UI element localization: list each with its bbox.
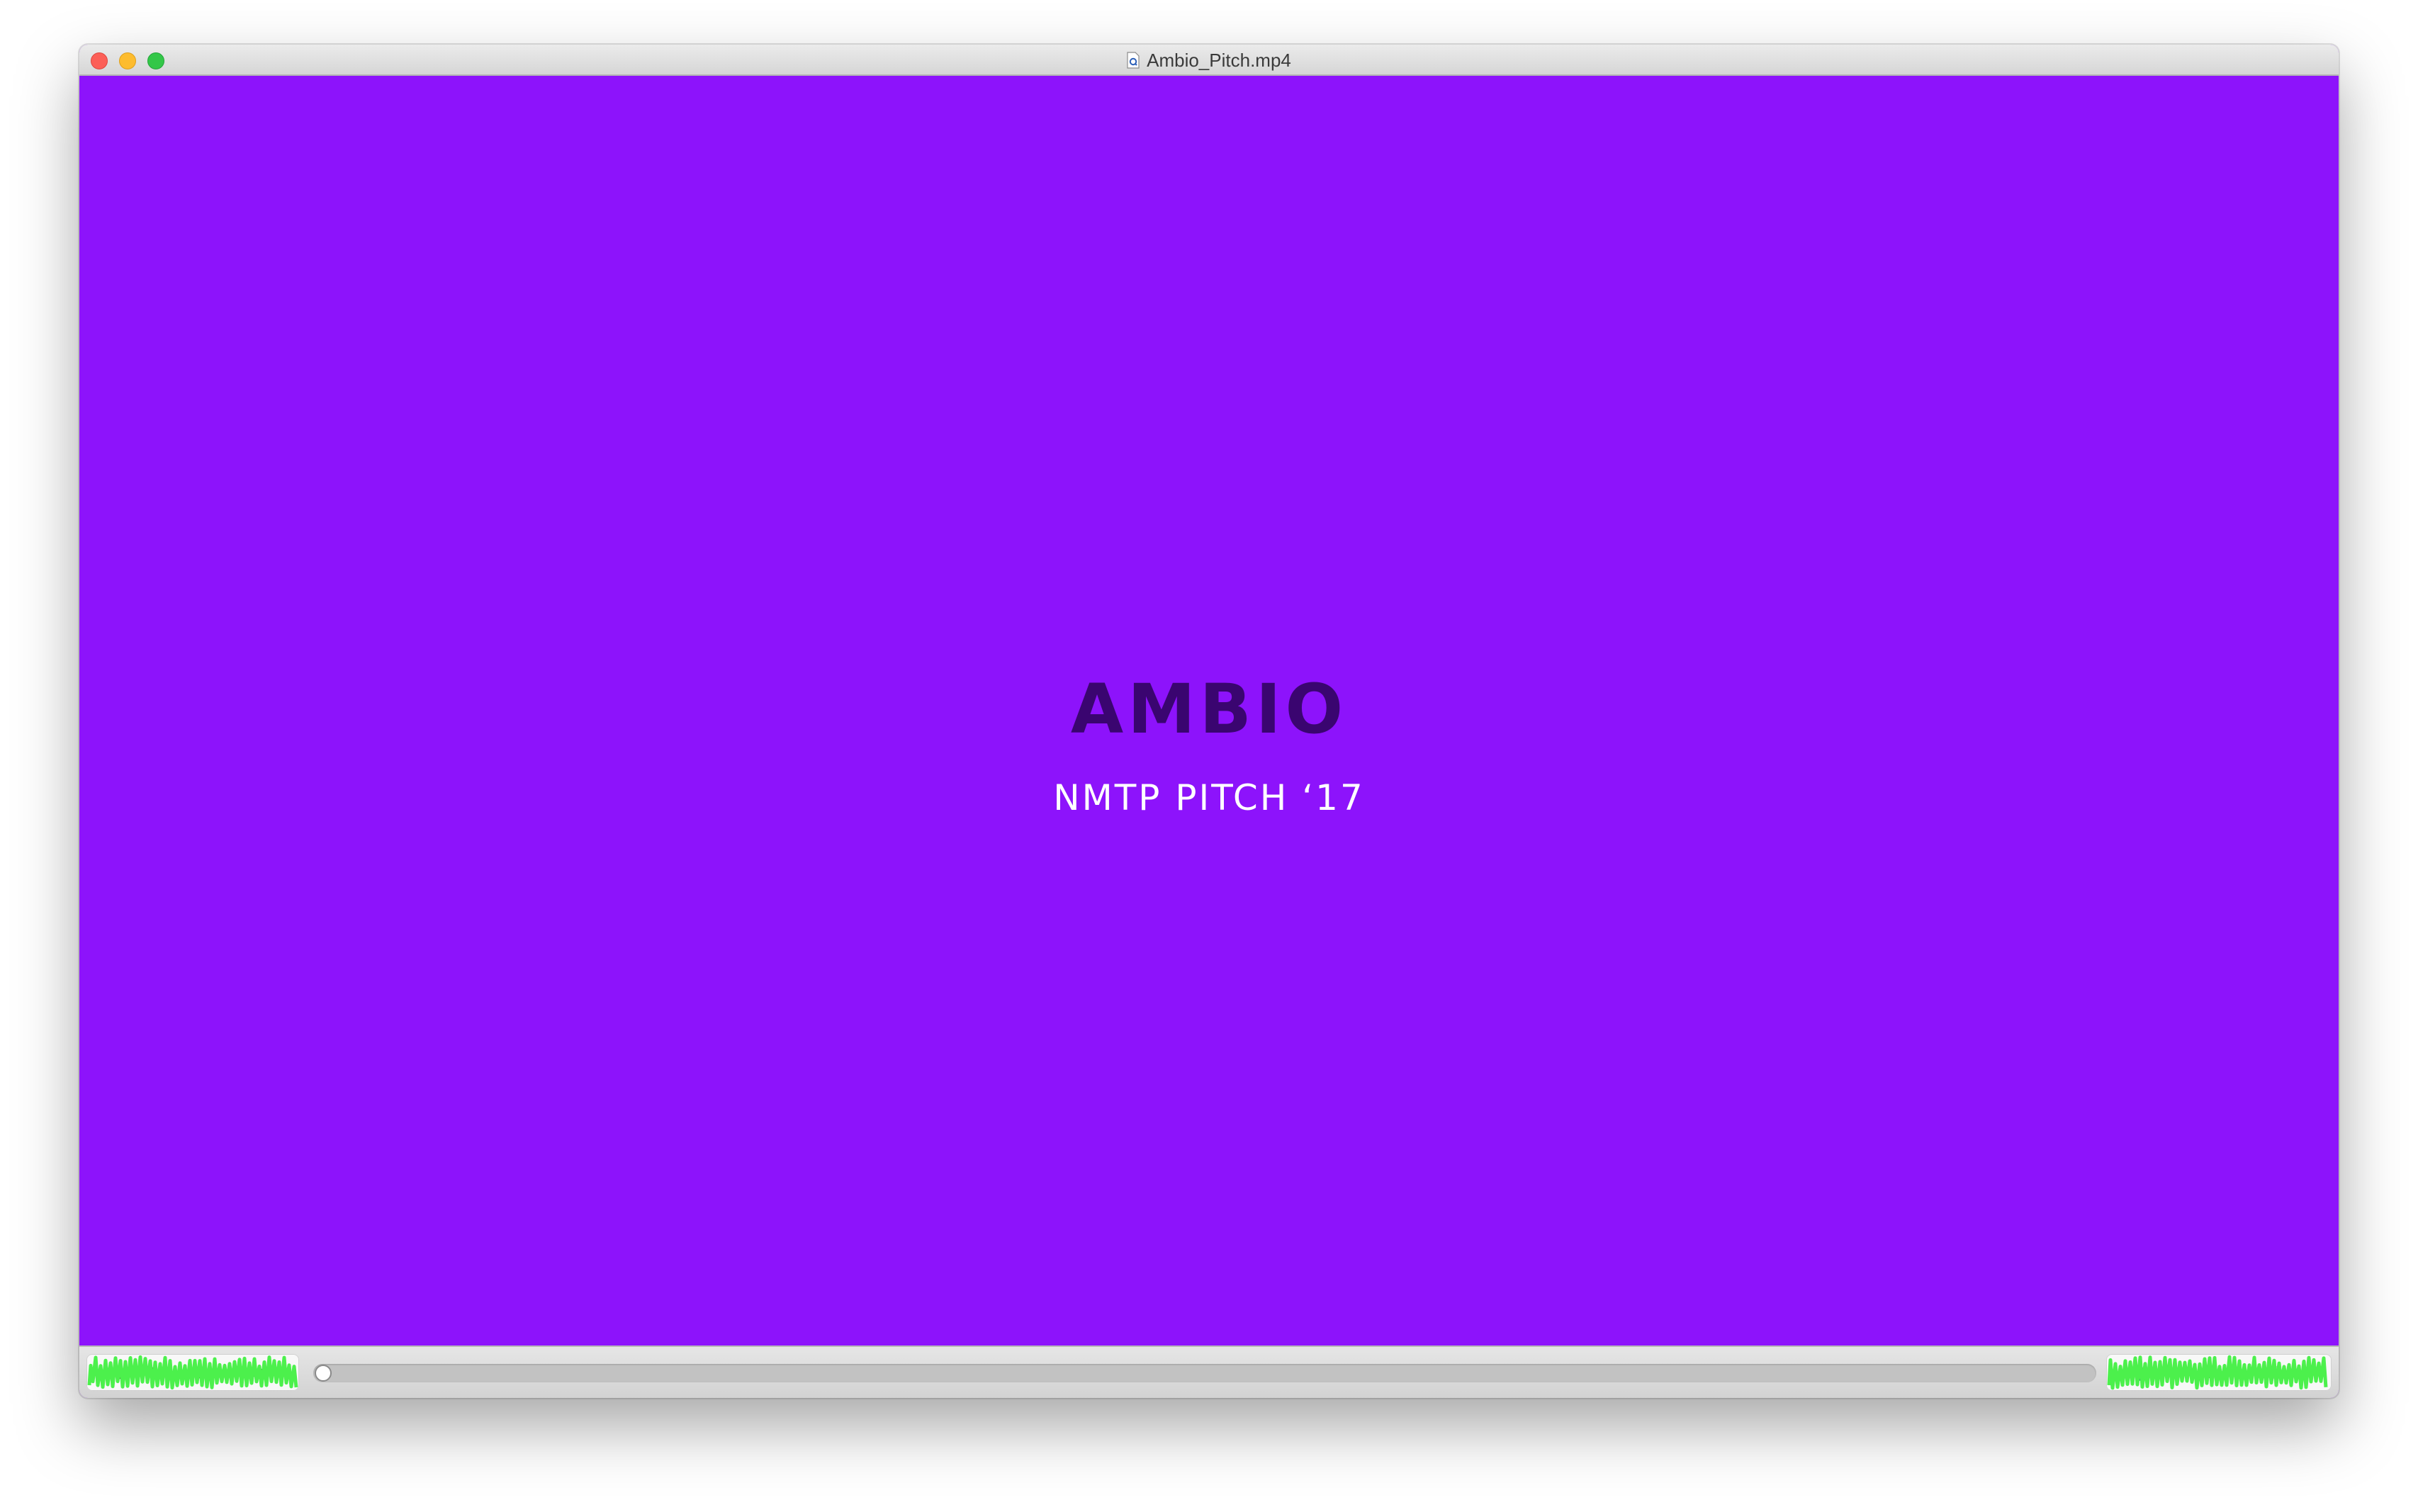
fullscreen-button[interactable]: ⤢ <box>2262 1360 2288 1385</box>
quicktime-file-icon <box>1127 52 1140 69</box>
timeline-scrubber[interactable] <box>313 1364 2096 1382</box>
playhead-knob[interactable] <box>315 1365 332 1382</box>
quicktime-window: Ambio_Pitch.mp4 AMBIO NMTP PITCH ‘17 ◀◀ ▶… <box>79 45 2339 1398</box>
slide-title: AMBIO <box>1070 670 1348 749</box>
speaker-icon: 🔈 <box>2137 1363 2158 1382</box>
title-group: Ambio_Pitch.mp4 <box>79 45 2339 76</box>
window-title: Ambio_Pitch.mp4 <box>1147 49 1291 71</box>
video-area[interactable]: AMBIO NMTP PITCH ‘17 <box>79 76 2339 1345</box>
title-bar[interactable]: Ambio_Pitch.mp4 <box>79 45 2339 76</box>
list-icon: ≡ <box>250 1363 266 1382</box>
volume-button[interactable]: 🔈 <box>2135 1360 2160 1385</box>
slide-subtitle: NMTP PITCH ‘17 <box>1053 777 1365 818</box>
fast-forward-button[interactable]: ▶▶ <box>196 1360 222 1385</box>
rewind-button[interactable]: ◀◀ <box>96 1360 123 1385</box>
left-control-group: ◀◀ ▶ ▶▶ ≡ <box>86 1354 299 1391</box>
share-button[interactable]: ⇪ <box>2198 1360 2224 1385</box>
play-button[interactable]: ▶ <box>146 1360 171 1385</box>
expand-icon: ⤢ <box>2268 1363 2282 1382</box>
share-icon: ⇪ <box>2203 1363 2219 1382</box>
playback-control-bar: ◀◀ ▶ ▶▶ ≡ 🔈 ⇪ ⤢ <box>79 1345 2339 1398</box>
fast-forward-icon: ▶▶ <box>196 1363 222 1382</box>
chapters-button[interactable]: ≡ <box>245 1360 271 1385</box>
rewind-icon: ◀◀ <box>96 1363 123 1382</box>
play-icon: ▶ <box>152 1363 166 1382</box>
right-control-group: 🔈 ⇪ ⤢ <box>2106 1354 2332 1391</box>
